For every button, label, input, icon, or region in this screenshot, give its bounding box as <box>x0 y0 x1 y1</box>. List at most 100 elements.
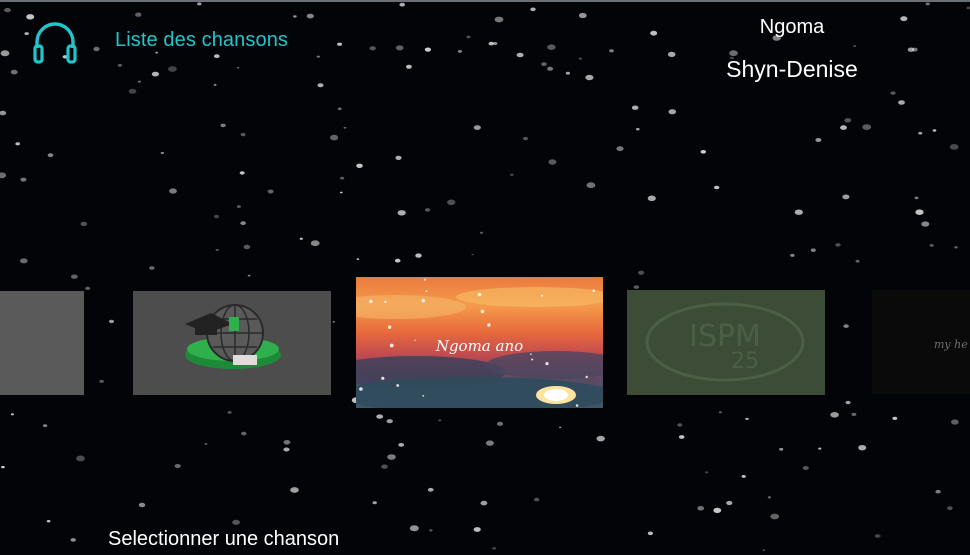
star <box>247 274 251 277</box>
graduation-logo-image <box>185 304 281 369</box>
ispm-logo-image: ISPM 25 <box>645 302 805 382</box>
song-card-ispm[interactable]: ISPM 25 <box>627 290 825 395</box>
headphones-icon[interactable] <box>32 20 78 64</box>
star <box>935 489 941 494</box>
star <box>227 411 232 414</box>
star <box>585 74 594 81</box>
star <box>596 435 605 442</box>
star <box>20 258 28 264</box>
star <box>213 83 217 86</box>
star <box>399 2 406 7</box>
star <box>438 419 442 422</box>
star <box>497 421 503 426</box>
star <box>47 153 54 158</box>
star <box>762 549 766 552</box>
star <box>918 131 923 135</box>
song-card-next-edge[interactable]: my he <box>872 290 970 394</box>
star <box>633 285 640 289</box>
star <box>586 182 596 189</box>
star <box>473 125 481 130</box>
star <box>466 35 471 39</box>
star <box>718 411 722 414</box>
star <box>356 163 363 168</box>
star <box>343 126 347 129</box>
star <box>369 46 376 51</box>
star <box>241 431 247 436</box>
star <box>10 69 18 75</box>
star <box>359 387 363 391</box>
star <box>232 519 241 525</box>
star <box>845 400 851 405</box>
star <box>951 419 959 425</box>
star <box>429 529 433 532</box>
star <box>340 176 345 180</box>
app-title: Ngoma <box>759 16 825 38</box>
star <box>767 496 772 499</box>
star <box>745 417 749 421</box>
star <box>818 447 822 450</box>
top-border <box>0 0 970 2</box>
star <box>534 497 540 502</box>
star <box>932 129 937 132</box>
star <box>20 177 27 182</box>
star <box>790 253 795 257</box>
star <box>376 414 384 419</box>
star <box>815 138 822 142</box>
svg-text:25: 25 <box>731 349 759 374</box>
star <box>339 191 343 194</box>
star <box>128 88 137 94</box>
star <box>387 325 392 329</box>
star <box>381 464 388 469</box>
star <box>650 30 658 36</box>
star <box>215 248 219 252</box>
song-card-ngoma-ano[interactable]: Ngoma ano <box>356 277 603 408</box>
star <box>830 412 839 418</box>
star <box>636 128 640 131</box>
star <box>770 513 780 520</box>
star <box>409 525 419 532</box>
star <box>700 150 707 154</box>
star <box>0 50 10 57</box>
star <box>578 12 587 19</box>
star <box>541 62 547 66</box>
star <box>76 455 85 462</box>
song-list-link[interactable]: Liste des chansons <box>115 29 288 52</box>
star <box>667 51 676 58</box>
star <box>15 142 20 146</box>
star <box>844 118 852 123</box>
star <box>890 91 896 95</box>
star <box>914 196 919 200</box>
star <box>547 66 554 71</box>
star <box>70 538 76 542</box>
star <box>10 413 14 416</box>
star <box>99 379 104 383</box>
star <box>0 172 7 179</box>
star <box>108 319 115 324</box>
star <box>697 506 705 511</box>
star <box>779 447 784 451</box>
star <box>925 2 930 6</box>
select-song-hint: Selectionner une chanson <box>108 528 340 550</box>
star <box>214 214 219 219</box>
star <box>381 376 385 380</box>
star <box>135 12 142 17</box>
star <box>117 63 123 67</box>
star <box>332 320 336 323</box>
star <box>631 105 639 110</box>
star <box>915 209 924 215</box>
star <box>802 466 809 470</box>
star <box>369 299 373 304</box>
song-card-graduation[interactable] <box>133 291 331 395</box>
song-card-prev-edge[interactable] <box>0 291 84 395</box>
star <box>516 52 524 58</box>
star <box>705 471 709 474</box>
star <box>892 416 898 420</box>
star <box>236 66 240 69</box>
star <box>480 309 485 314</box>
star <box>415 253 422 258</box>
star <box>386 419 393 424</box>
star <box>394 258 401 263</box>
star <box>457 50 462 53</box>
star <box>947 506 953 511</box>
star <box>243 244 251 250</box>
